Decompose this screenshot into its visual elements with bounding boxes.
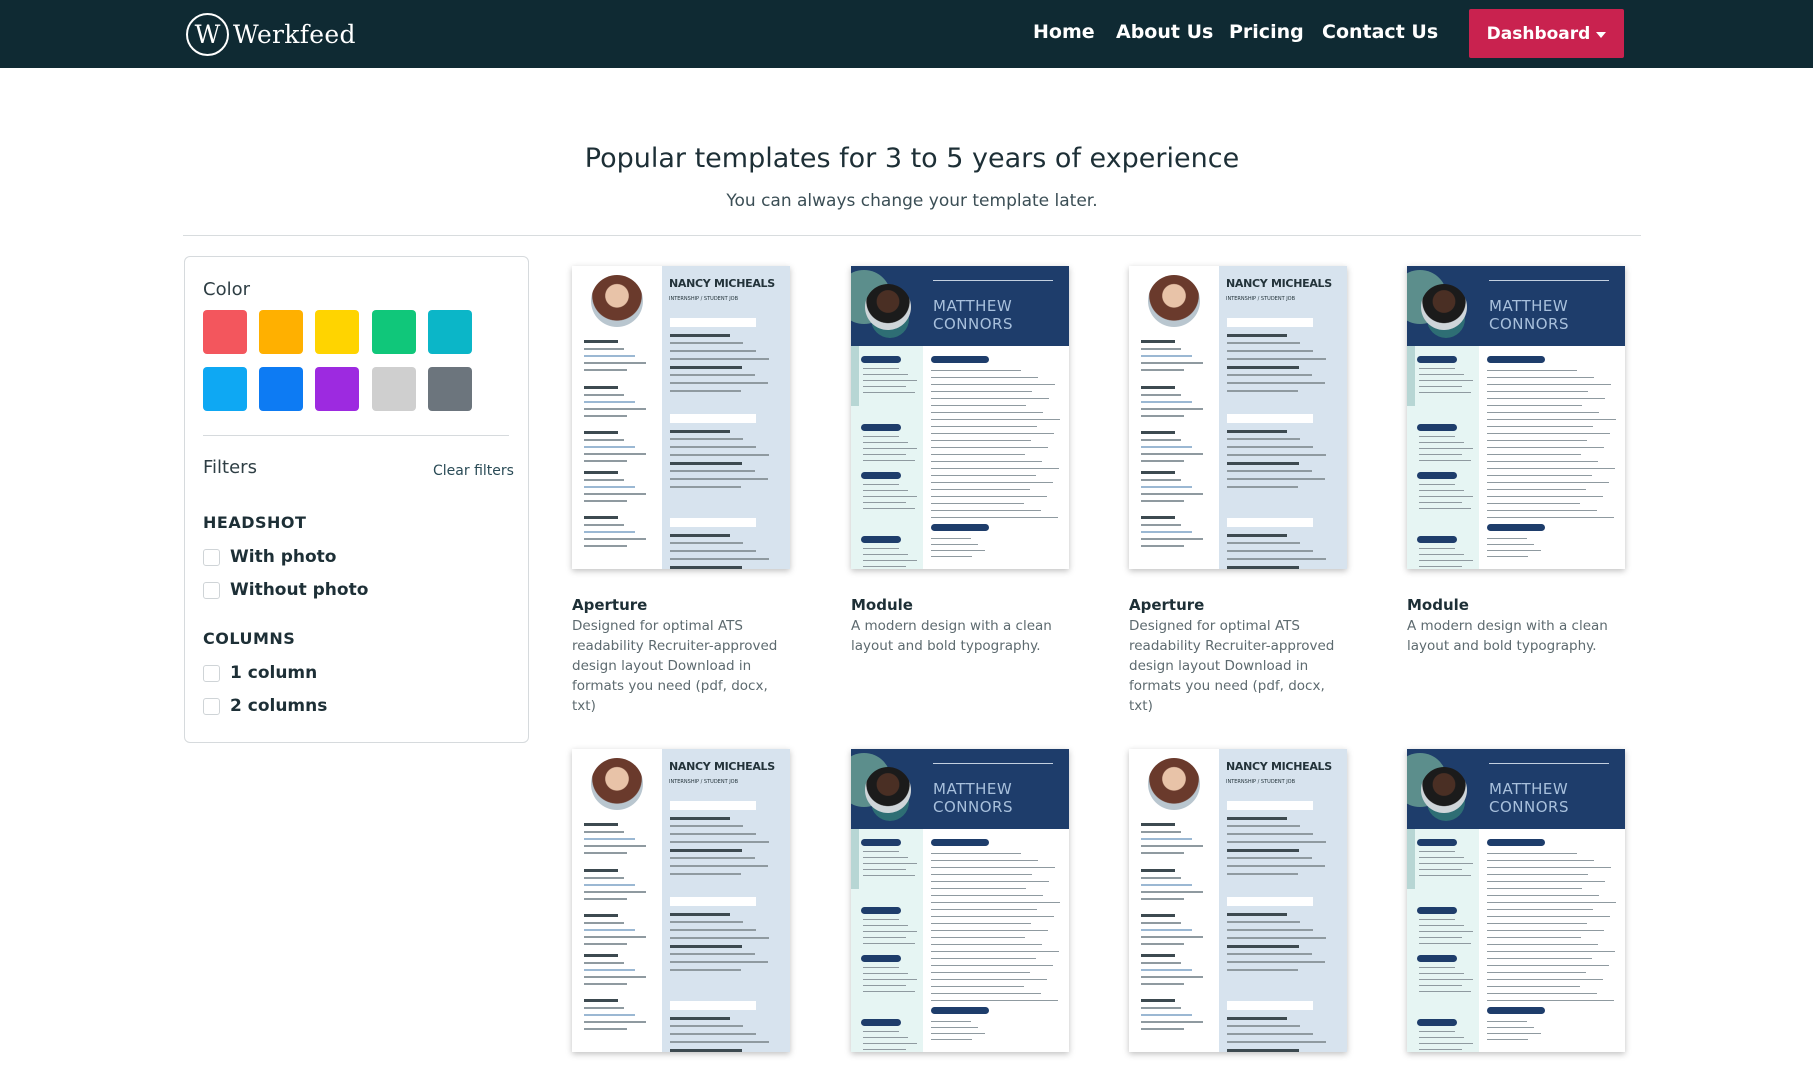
brand-name: Werkfeed: [233, 19, 356, 49]
filter-1-column[interactable]: 1 column: [203, 663, 317, 683]
preview-name: MATTHEW CONNORS: [933, 297, 1013, 333]
preview-name: NANCY MICHEALS: [669, 277, 775, 290]
dashboard-dropdown-button[interactable]: Dashboard: [1469, 9, 1624, 58]
color-swatch-blue[interactable]: [259, 367, 303, 411]
preview-subtitle: INTERNSHIP / STUDENT JOB: [669, 296, 739, 302]
template-name: Module: [851, 596, 913, 614]
template-name: Aperture: [1129, 596, 1205, 614]
page-title: Popular templates for 3 to 5 years of ex…: [584, 143, 1240, 174]
top-navbar: W Werkfeed Home About Us Pricing Contact…: [0, 0, 1813, 68]
preview-headshot: [1421, 767, 1467, 813]
preview-headshot: [1148, 275, 1200, 327]
color-swatch-orange[interactable]: [259, 310, 303, 354]
template-description: A modern design with a clean layout and …: [1407, 618, 1608, 654]
color-swatch-teal[interactable]: [428, 310, 472, 354]
clear-filters-link[interactable]: Clear filters: [433, 463, 514, 479]
headshot-group-title: HEADSHOT: [203, 513, 307, 532]
sidebar-divider: [203, 435, 509, 436]
color-swatch-red[interactable]: [203, 310, 247, 354]
preview-subtitle: INTERNSHIP / STUDENT JOB: [1226, 296, 1296, 302]
preview-name: MATTHEW CONNORS: [1489, 780, 1569, 816]
template-description: Designed for optimal ATS readability Rec…: [1129, 618, 1335, 714]
template-name: Aperture: [572, 596, 648, 614]
color-swatch-green[interactable]: [372, 310, 416, 354]
preview-subtitle: INTERNSHIP / STUDENT JOB: [1226, 779, 1296, 785]
color-swatch-purple[interactable]: [315, 367, 359, 411]
nav-pricing-link[interactable]: Pricing: [1229, 21, 1304, 43]
filters-heading: Filters: [203, 457, 257, 478]
color-swatch-light-gray[interactable]: [372, 367, 416, 411]
preview-headshot: [591, 758, 643, 810]
template-preview-thumbnail[interactable]: MATTHEW CONNORS: [1407, 749, 1625, 1052]
columns-group-title: COLUMNS: [203, 629, 296, 648]
preview-name: NANCY MICHEALS: [1226, 277, 1332, 290]
filter-sidebar: Color Filters Clear filters HEADSHOT Wit…: [184, 256, 529, 743]
filter-without-photo[interactable]: Without photo: [203, 580, 368, 600]
color-heading: Color: [203, 279, 250, 300]
with-photo-checkbox[interactable]: [203, 548, 220, 566]
template-preview-thumbnail[interactable]: MATTHEW CONNORS: [851, 266, 1069, 569]
color-swatch-dark-gray[interactable]: [428, 367, 472, 411]
caret-down-icon: [1596, 31, 1607, 38]
template-preview-thumbnail[interactable]: NANCY MICHEALS INTERNSHIP / STUDENT JOB: [572, 266, 790, 569]
template-preview-thumbnail[interactable]: NANCY MICHEALS INTERNSHIP / STUDENT JOB: [1129, 749, 1347, 1052]
template-description: Designed for optimal ATS readability Rec…: [572, 618, 778, 714]
without-photo-label: Without photo: [230, 580, 369, 600]
nav-contact-link[interactable]: Contact Us: [1322, 21, 1438, 43]
one-column-checkbox[interactable]: [203, 664, 220, 682]
filter-2-columns[interactable]: 2 columns: [203, 696, 327, 716]
template-description: A modern design with a clean layout and …: [851, 618, 1052, 654]
template-preview-thumbnail[interactable]: NANCY MICHEALS INTERNSHIP / STUDENT JOB: [572, 749, 790, 1052]
page-subtitle: You can always change your template late…: [726, 191, 1098, 211]
template-name: Module: [1407, 596, 1469, 614]
dashboard-label: Dashboard: [1486, 23, 1591, 44]
preview-headshot: [1421, 284, 1467, 330]
two-columns-checkbox[interactable]: [203, 697, 220, 715]
section-divider: [183, 235, 1641, 236]
template-preview-thumbnail[interactable]: MATTHEW CONNORS: [1407, 266, 1625, 569]
two-columns-label: 2 columns: [230, 696, 328, 716]
brand-logo[interactable]: W Werkfeed: [186, 12, 356, 56]
preview-headshot: [865, 767, 911, 813]
nav-home-link[interactable]: Home: [1033, 21, 1095, 43]
preview-name: NANCY MICHEALS: [669, 760, 775, 773]
preview-headshot: [865, 284, 911, 330]
without-photo-checkbox[interactable]: [203, 581, 220, 599]
nav-about-link[interactable]: About Us: [1116, 21, 1213, 43]
preview-headshot: [591, 275, 643, 327]
one-column-label: 1 column: [230, 663, 318, 683]
preview-headshot: [1148, 758, 1200, 810]
color-swatch-yellow[interactable]: [315, 310, 359, 354]
preview-subtitle: INTERNSHIP / STUDENT JOB: [669, 779, 739, 785]
with-photo-label: With photo: [230, 547, 337, 567]
filter-with-photo[interactable]: With photo: [203, 547, 336, 567]
logo-mark-icon: W: [186, 12, 229, 56]
template-preview-thumbnail[interactable]: MATTHEW CONNORS: [851, 749, 1069, 1052]
preview-name: NANCY MICHEALS: [1226, 760, 1332, 773]
color-swatch-sky[interactable]: [203, 367, 247, 411]
template-preview-thumbnail[interactable]: NANCY MICHEALS INTERNSHIP / STUDENT JOB: [1129, 266, 1347, 569]
preview-name: MATTHEW CONNORS: [933, 780, 1013, 816]
preview-name: MATTHEW CONNORS: [1489, 297, 1569, 333]
